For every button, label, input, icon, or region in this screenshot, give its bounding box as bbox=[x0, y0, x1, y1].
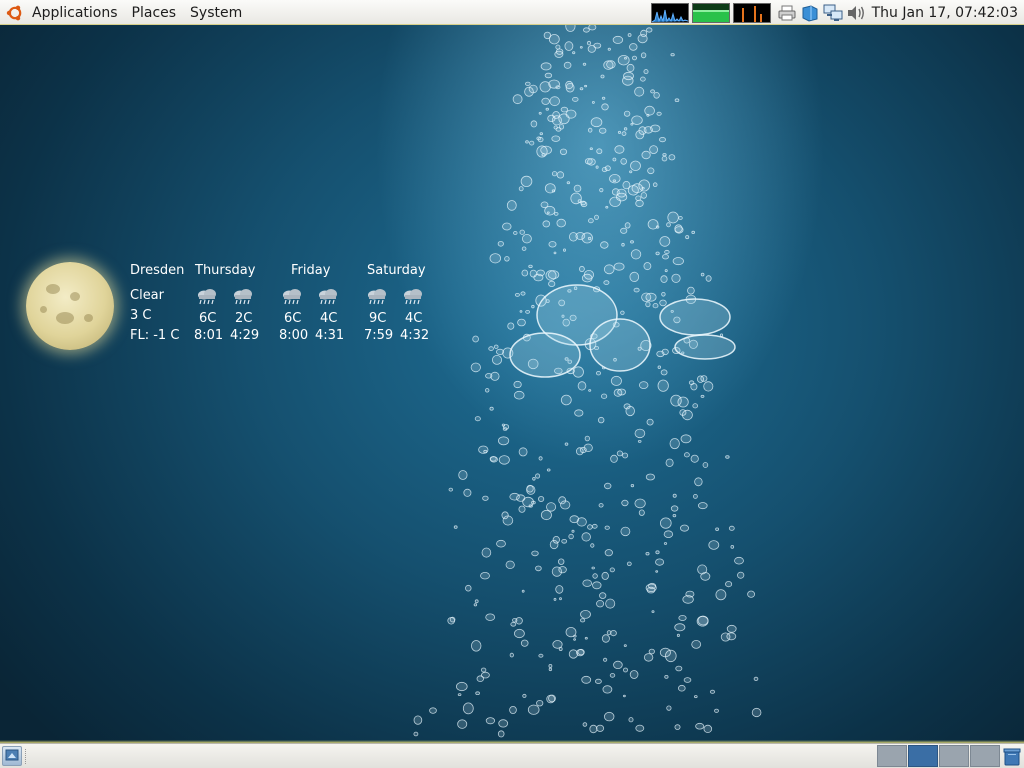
show-desktop-button[interactable] bbox=[2, 746, 22, 766]
rain-cloud-icon bbox=[401, 287, 425, 307]
rain-cloud-icon bbox=[231, 287, 255, 307]
menu-applications[interactable]: Applications bbox=[32, 5, 118, 21]
day-high: 6C bbox=[284, 311, 302, 326]
day-sunset: 4:29 bbox=[230, 328, 260, 343]
day-name: Friday bbox=[291, 263, 331, 278]
desktop[interactable]: Dresden Clear 3 C FL: -1 C Thursday 6C 2… bbox=[0, 25, 1024, 743]
trash-icon[interactable] bbox=[1003, 747, 1021, 766]
weather-feels-like: FL: -1 C bbox=[130, 328, 180, 343]
day-name: Saturday bbox=[367, 263, 426, 278]
volume-icon[interactable] bbox=[846, 4, 866, 22]
menu-places[interactable]: Places bbox=[132, 5, 177, 21]
main-menu-bar: Applications Places System bbox=[6, 0, 256, 25]
moon-phase-icon bbox=[26, 262, 114, 350]
panel-separator bbox=[25, 749, 28, 764]
bubbles-wallpaper bbox=[413, 25, 762, 738]
printer-icon[interactable] bbox=[777, 4, 797, 22]
weather-city: Dresden bbox=[130, 263, 185, 278]
show-desktop-icon bbox=[5, 749, 19, 761]
rain-cloud-icon bbox=[280, 287, 304, 307]
panel-glow bbox=[0, 740, 1024, 743]
day-sunset: 4:31 bbox=[315, 328, 345, 343]
rain-cloud-icon bbox=[195, 287, 219, 307]
weather-condition: Clear bbox=[130, 288, 164, 303]
day-low: 4C bbox=[320, 311, 338, 326]
day-name: Thursday bbox=[195, 263, 256, 278]
day-high: 6C bbox=[199, 311, 217, 326]
memory-monitor-graph[interactable] bbox=[691, 2, 730, 23]
day-sunrise: 7:59 bbox=[364, 328, 394, 343]
notification-area: Thu Jan 17, 07:42:03 bbox=[650, 0, 1024, 25]
workspace-4[interactable] bbox=[970, 745, 1000, 767]
workspace-3[interactable] bbox=[939, 745, 969, 767]
day-low: 2C bbox=[235, 311, 253, 326]
ubuntu-logo-icon[interactable] bbox=[6, 4, 24, 22]
menu-system[interactable]: System bbox=[190, 5, 242, 21]
day-high: 9C bbox=[369, 311, 387, 326]
workspace-1[interactable] bbox=[877, 745, 907, 767]
day-sunrise: 8:01 bbox=[194, 328, 224, 343]
day-sunrise: 8:00 bbox=[279, 328, 309, 343]
rain-cloud-icon bbox=[365, 287, 389, 307]
network-monitor-graph[interactable] bbox=[732, 2, 771, 23]
weather-temperature: 3 C bbox=[130, 308, 152, 323]
workspace-switcher bbox=[877, 745, 1001, 767]
cpu-monitor-graph[interactable] bbox=[650, 2, 689, 23]
workspace-2[interactable] bbox=[908, 745, 938, 767]
clock[interactable]: Thu Jan 17, 07:42:03 bbox=[872, 5, 1018, 21]
bottom-panel bbox=[0, 740, 1024, 768]
notes-icon[interactable] bbox=[800, 4, 820, 22]
rain-cloud-icon bbox=[316, 287, 340, 307]
top-panel: Applications Places System Thu Jan 17, 0… bbox=[0, 0, 1024, 27]
day-sunset: 4:32 bbox=[400, 328, 430, 343]
day-low: 4C bbox=[405, 311, 423, 326]
network-icon[interactable] bbox=[823, 4, 843, 22]
